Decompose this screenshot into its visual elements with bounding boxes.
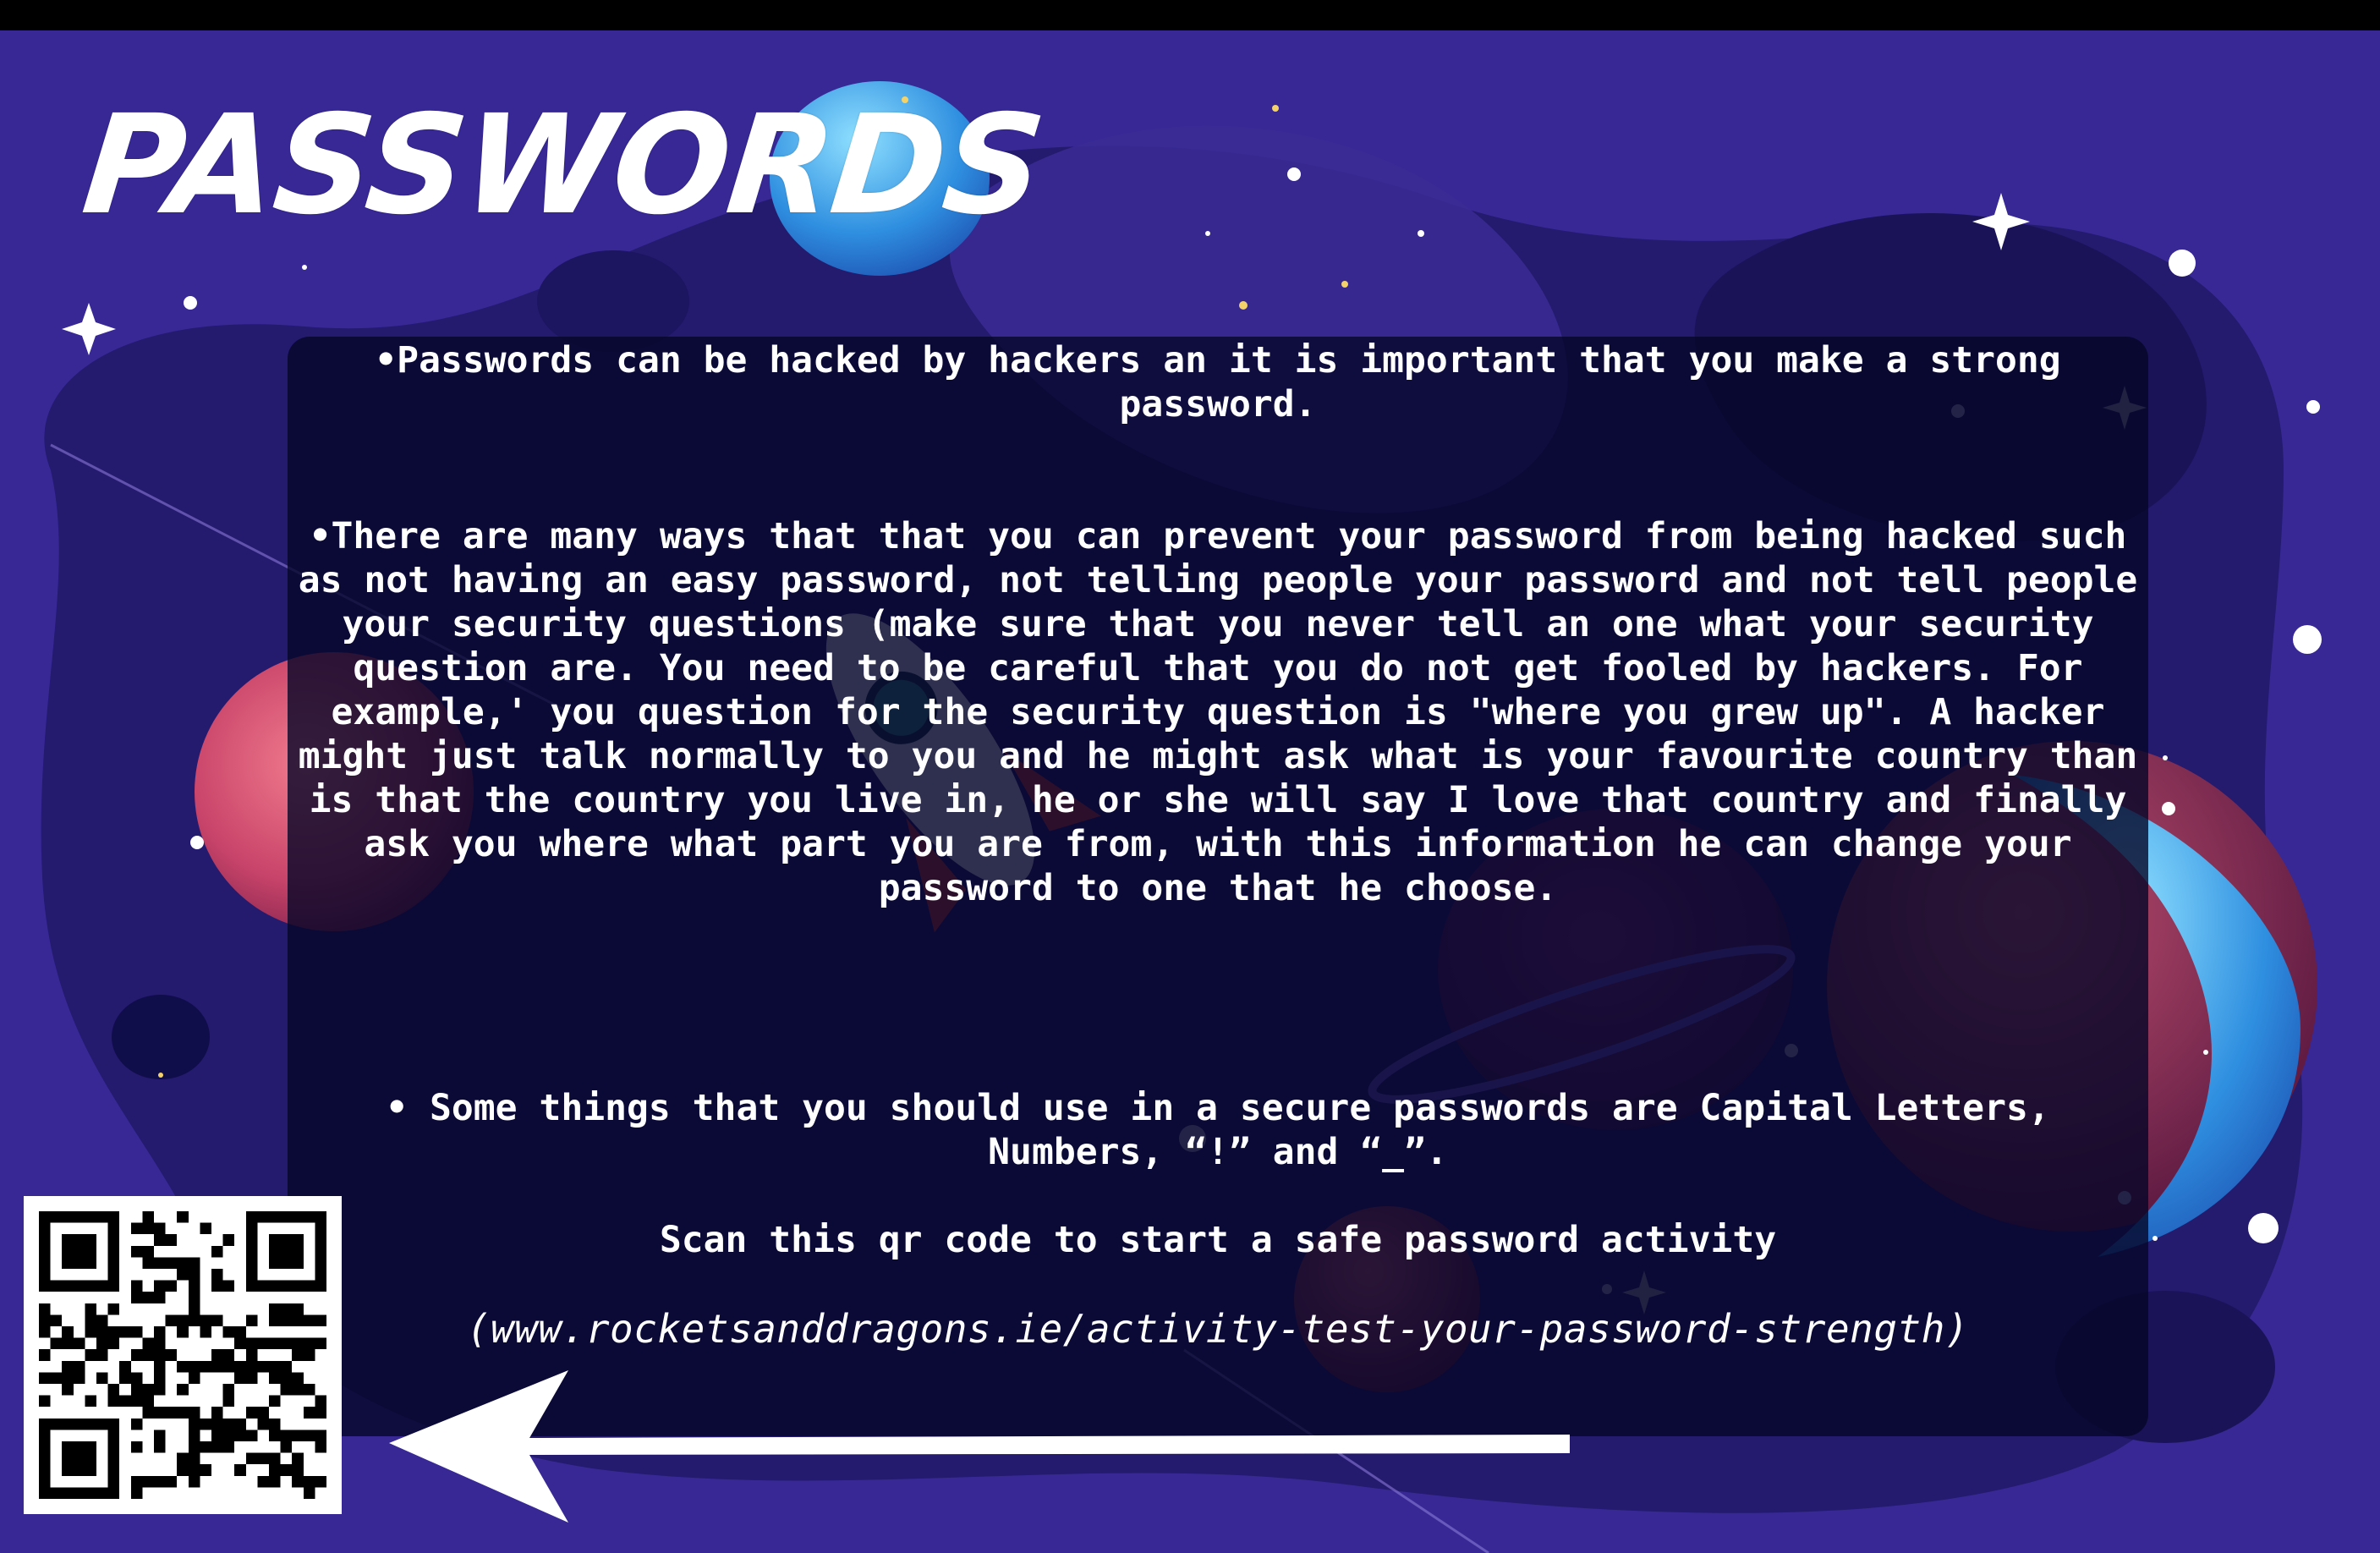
paragraph-strong-password: •Passwords can be hacked by hackers an i…	[375, 339, 2061, 425]
arrow-left-icon	[389, 1370, 1570, 1523]
scan-prompt: Scan this qr code to start a safe passwo…	[659, 1219, 1777, 1261]
qr-code[interactable]	[24, 1196, 342, 1514]
activity-url[interactable]: (www.rocketsanddragons.ie/activity-test-…	[288, 1307, 2148, 1351]
qr-code-icon	[39, 1211, 326, 1499]
page-title: PASSWORDS	[76, 86, 1050, 245]
paragraph-prevent-hacking: •There are many ways that that you can p…	[298, 515, 2138, 909]
paragraph-secure-characters: • Some things that you should use in a s…	[386, 1087, 2050, 1173]
poster: PASSWORDS •Passwords can be hacked by ha…	[0, 0, 2380, 1553]
